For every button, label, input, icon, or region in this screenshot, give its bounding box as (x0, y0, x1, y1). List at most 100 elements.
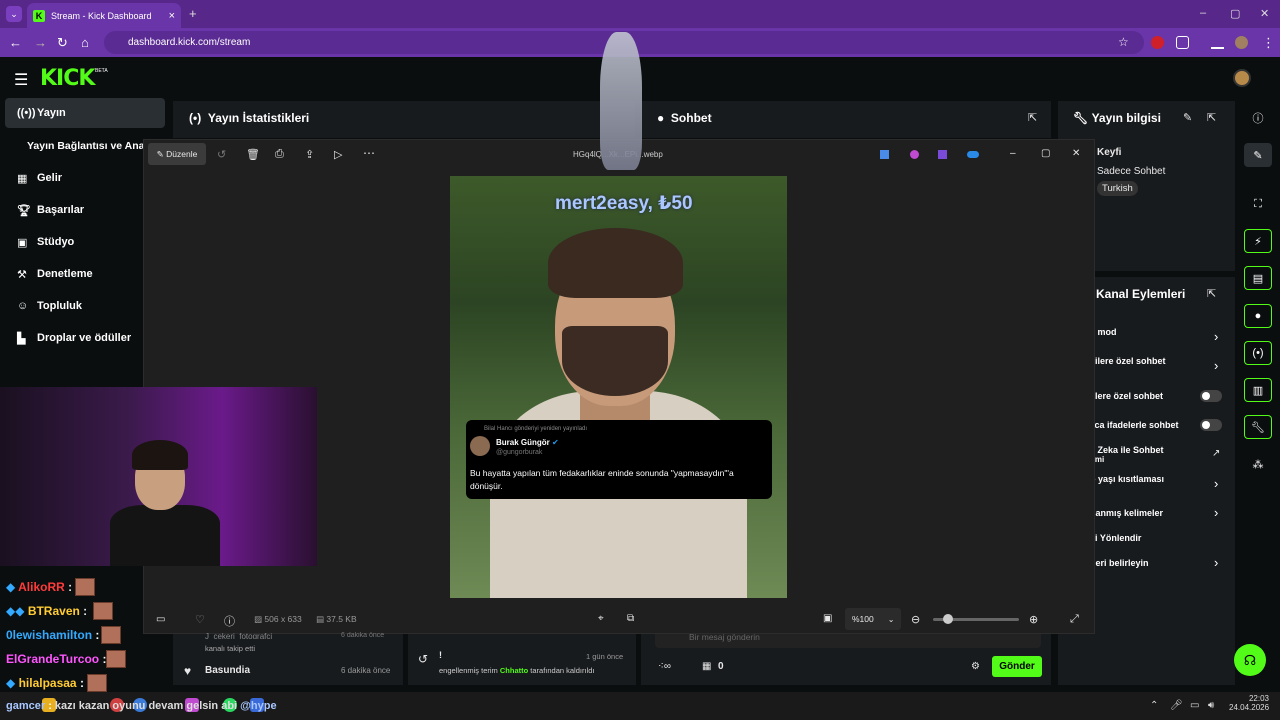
viewer-minimize-icon[interactable]: – (1010, 148, 1016, 159)
share-icon[interactable]: ⇪ (305, 148, 314, 161)
bookmark-star-icon[interactable]: ☆ (1118, 35, 1129, 49)
chevron-right-icon[interactable]: › (1214, 476, 1218, 491)
log-text-pre: engellenmiş terim (439, 666, 500, 675)
action-follower-chat[interactable]: cilere özel sohbet (1090, 356, 1166, 366)
action-age-restriction[interactable]: o yaşı kısıtlaması (1090, 474, 1164, 484)
maximize-icon[interactable]: ▢ (1230, 7, 1240, 20)
extension-red-icon[interactable] (1151, 36, 1164, 49)
zoom-select[interactable]: %100 ⌄ (845, 608, 901, 630)
sidebar-item-studyo[interactable]: ▣ Stüdyo (5, 227, 165, 257)
external-link-icon[interactable]: ↗ (1212, 448, 1220, 459)
sub-chat-toggle[interactable] (1200, 390, 1222, 402)
wrench-rail-icon[interactable]: 🔧︎ (1244, 415, 1272, 439)
broadcast-rail-icon[interactable]: (•) (1244, 341, 1272, 365)
address-bar-row: ← → ↻ ⌂ dashboard.kick.com/stream ☆ ⋮ (0, 28, 1280, 57)
copy-text-icon[interactable]: ⧉ (627, 613, 634, 624)
popout-info-icon[interactable]: ⇱ (1207, 111, 1216, 124)
visual-search-icon[interactable]: ⌖ (598, 613, 604, 624)
clock[interactable]: 22:03 24.04.2026 (1229, 694, 1269, 712)
info-title-text: Yayın bilgisi (1091, 111, 1161, 125)
sidebar-item-stream-link[interactable]: Yayın Bağlantısı ve Ana (5, 131, 143, 161)
popout-chat-icon[interactable]: ⇱ (1028, 111, 1037, 124)
microphone-icon[interactable]: 🎤︎ (1170, 700, 1183, 711)
zoom-slider-thumb[interactable] (943, 614, 953, 624)
favorite-heart-icon[interactable]: ♡ (195, 613, 205, 626)
browser-menu-icon[interactable]: ⋮ (1262, 35, 1275, 51)
action-banned-words[interactable]: danmış kelimeler (1090, 508, 1163, 518)
lightning-icon[interactable]: ⚡︎ (1244, 229, 1272, 253)
edit-pencil-icon[interactable]: ✎ (1183, 111, 1192, 124)
reload-icon[interactable]: ↻ (57, 35, 68, 51)
action-emote-chat[interactable]: zca ifadelerle sohbet (1090, 420, 1179, 430)
tab-close-icon[interactable]: × (169, 10, 175, 22)
profile-avatar-icon[interactable] (1235, 36, 1248, 49)
popout-actions-icon[interactable]: ⇱ (1207, 287, 1216, 300)
viewer-maximize-icon[interactable]: ▢ (1041, 148, 1050, 159)
action-set-rules[interactable]: fleri belirleyin (1090, 558, 1149, 568)
action-redirect[interactable]: ci Yönlendir (1090, 533, 1141, 543)
sidebar-item-yayin[interactable]: ((•)) Yayın (5, 98, 165, 128)
zoom-out-icon[interactable]: ⊖ (911, 613, 920, 626)
sidebar-item-gelir[interactable]: ▦ Gelir (5, 163, 165, 193)
support-headset-icon[interactable]: ☊ (1234, 644, 1266, 676)
send-button[interactable]: Gönder (992, 656, 1042, 677)
apps-icon[interactable]: ⁂ (1244, 452, 1272, 476)
layout-icon[interactable]: ▥ (1244, 378, 1272, 402)
expand-icon[interactable]: ⤢ (1070, 613, 1079, 626)
forward-icon[interactable]: → (34, 35, 47, 50)
emote-infinity-icon[interactable]: ⁖∞ (658, 661, 671, 672)
more-icon[interactable]: ⋯ (363, 146, 375, 160)
chat-input[interactable]: Bir mesaj gönderin (655, 634, 1041, 648)
viewer-close-icon[interactable]: ✕ (1072, 148, 1080, 159)
zoom-in-icon[interactable]: ⊕ (1029, 613, 1038, 626)
browser-tab[interactable]: K Stream - Kick Dashboard × (27, 3, 181, 28)
print-icon[interactable]: ⎙ (275, 148, 284, 161)
document-icon[interactable]: ▤ (1244, 266, 1272, 290)
fit-window-icon[interactable]: ▣ (823, 613, 832, 624)
chat-icon[interactable]: ● (1244, 304, 1272, 328)
rotate-icon[interactable]: ↺ (217, 148, 226, 161)
sidebar-item-topluluk[interactable]: ☺ Topluluk (5, 291, 165, 321)
gift-icon[interactable]: ▦ (702, 661, 711, 672)
network-icon[interactable]: ▭ (1190, 700, 1199, 711)
chevron-right-icon[interactable]: › (1214, 358, 1218, 373)
app-clipchamp-icon[interactable] (910, 150, 919, 159)
undo-icon[interactable]: ↺ (418, 652, 428, 666)
downloads-icon[interactable] (1211, 36, 1224, 49)
info-icon[interactable]: ⓘ (1244, 106, 1272, 130)
tray-chevron-icon[interactable]: ⌃ (1150, 700, 1158, 711)
back-icon[interactable]: ← (9, 35, 22, 50)
close-window-icon[interactable]: ✕ (1260, 7, 1269, 20)
feed-item: 0lewishamilton : (6, 628, 100, 642)
file-info-icon[interactable]: ⓘ (224, 613, 235, 629)
extensions-puzzle-icon[interactable] (1176, 36, 1189, 49)
minimize-icon[interactable]: – (1200, 7, 1206, 19)
chevron-right-icon[interactable]: › (1214, 505, 1218, 520)
language-tag[interactable]: Turkish (1097, 181, 1138, 196)
hamburger-menu-icon[interactable]: ☰ (14, 70, 28, 90)
onedrive-icon[interactable] (967, 151, 979, 158)
action-sub-chat[interactable]: elere özel sohbet (1090, 391, 1163, 401)
user-avatar[interactable] (1233, 69, 1251, 87)
emote-chat-toggle[interactable] (1200, 419, 1222, 431)
chat-settings-gear-icon[interactable]: ⚙ (971, 661, 980, 672)
kick-logo[interactable]: KICK (40, 66, 95, 91)
home-icon[interactable]: ⌂ (81, 35, 89, 50)
sidebar-item-droplar[interactable]: ▙ Droplar ve ödüller (5, 323, 165, 353)
filmstrip-icon[interactable]: ▭ (156, 614, 165, 625)
tab-search-icon[interactable]: ⌄ (6, 6, 22, 22)
app-edit-icon[interactable] (880, 150, 889, 159)
new-tab-button[interactable]: + (189, 6, 197, 21)
volume-icon[interactable]: 🔊︎ (1208, 700, 1214, 711)
action-ai-chat[interactable]: y Zeka ile Sohbet (1090, 445, 1164, 455)
sidebar-item-denetleme[interactable]: ⚒ Denetleme (5, 259, 165, 289)
pen-icon[interactable]: ✎ (1244, 143, 1272, 167)
chevron-right-icon[interactable]: › (1214, 555, 1218, 570)
app-designer-icon[interactable] (938, 150, 947, 159)
sidebar-item-basarilar[interactable]: 🏆︎ Başarılar (5, 195, 165, 225)
edit-button[interactable]: ✎ Düzenle (148, 143, 206, 165)
delete-icon[interactable]: 🗑︎ (246, 148, 260, 161)
fullscreen-icon[interactable]: ⛶ (1244, 192, 1272, 216)
slideshow-icon[interactable]: ▷ (334, 148, 342, 161)
chevron-right-icon[interactable]: › (1214, 329, 1218, 344)
